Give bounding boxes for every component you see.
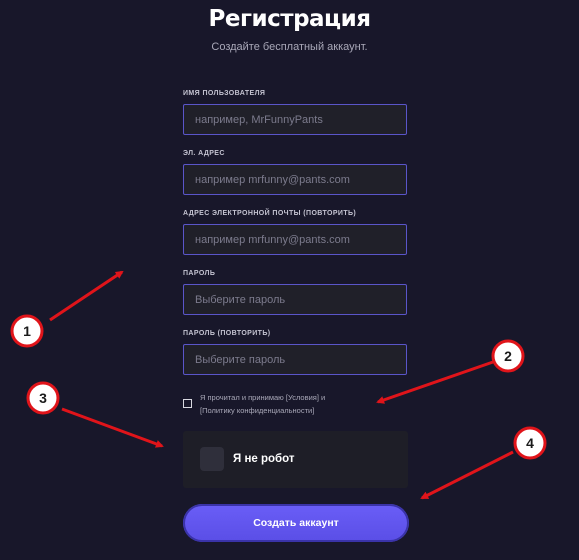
annotation-badge-2: 2 [491, 339, 525, 373]
badge-4-label: 4 [526, 435, 534, 451]
annotation-badge-3: 3 [26, 381, 60, 415]
annotation-arrow-3 [61, 407, 164, 448]
annotation-arrow-4 [420, 450, 514, 500]
annotation-badge-1: 1 [10, 314, 44, 348]
badge-3-label: 3 [39, 390, 47, 406]
annotation-arrow-1 [49, 270, 124, 322]
annotation-badge-4: 4 [513, 426, 547, 460]
badge-1-label: 1 [23, 323, 31, 339]
annotation-arrow-2 [376, 360, 494, 404]
badge-2-label: 2 [504, 348, 512, 364]
annotation-overlay: 1 2 3 4 [10, 270, 547, 500]
